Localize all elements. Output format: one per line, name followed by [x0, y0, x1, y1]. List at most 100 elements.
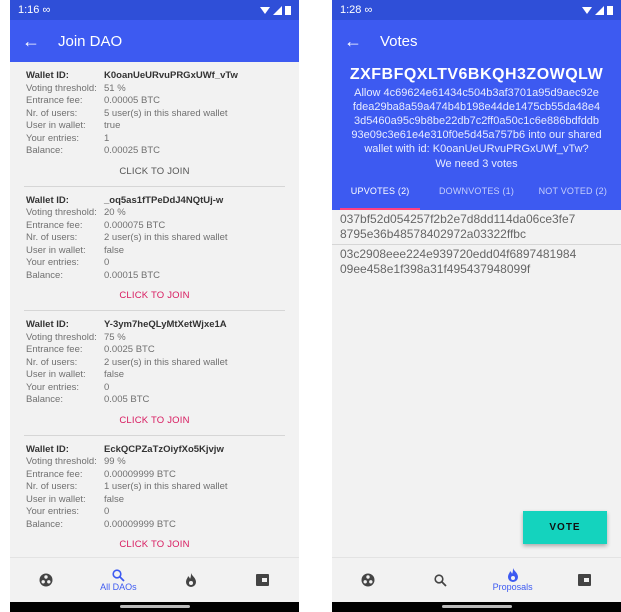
votes-screen: 1:28 ∞ ← Votes ZXFBFQXLTV6BKQH3ZOWQLW Al…: [332, 0, 621, 612]
entrance-fee-label: Entrance fee:: [26, 95, 83, 106]
proposal-request-line: 93e09c3e61e4e310f0e5d45a757b6 into our s…: [351, 129, 602, 141]
voting-threshold-label: Voting threshold:: [26, 82, 97, 94]
your-entries-label: Your entries:: [26, 257, 79, 268]
vote-button[interactable]: VOTE: [523, 511, 607, 544]
your-entries-row: Your entries: 1: [26, 133, 283, 146]
balance-row: Balance: 0.00025 BTC: [26, 145, 283, 158]
back-arrow-icon[interactable]: ←: [22, 31, 50, 52]
voting-threshold-label: Voting threshold:: [26, 207, 97, 218]
wallet-id-row: Wallet ID: K0oanUeURvuPRGxUWf_vTw: [26, 70, 283, 83]
page-title: Votes: [380, 32, 418, 50]
nav-proposals-label: Proposals: [492, 582, 533, 592]
your-entries-row: Your entries: 0: [26, 257, 283, 270]
vote-tabs: UPVOTES (2) DOWNVOTES (1) NOT VOTED (2): [332, 172, 621, 210]
join-button[interactable]: CLICK TO JOIN: [26, 166, 283, 177]
nr-of-users-row: Nr. of users: 5 user(s) in this shared wa…: [26, 108, 283, 121]
entrance-fee-value: 0.0025 BTC: [104, 344, 155, 355]
page-title: Join DAO: [58, 32, 123, 50]
nr-of-users-value: 5 user(s) in this shared wallet: [104, 107, 228, 119]
nav-wallet[interactable]: [233, 574, 293, 586]
voter-key-line: 03c2908eee224e939720edd04f6897481984: [340, 247, 577, 261]
user-in-wallet-label: User in wallet:: [26, 244, 86, 256]
entrance-fee-row: Entrance fee: 0.00005 BTC: [26, 95, 283, 108]
wallet-icon: [256, 574, 270, 586]
voting-threshold-row: Voting threshold: 99 %: [26, 456, 283, 469]
list-item: 03c2908eee224e939720edd04f6897481984 09e…: [332, 245, 621, 279]
entrance-fee-label: Entrance fee:: [26, 468, 83, 480]
wifi-icon: [582, 6, 592, 14]
voting-threshold-value: 20 %: [104, 207, 126, 218]
nav-trustchain[interactable]: [16, 573, 76, 587]
fire-icon: [185, 573, 196, 587]
join-button[interactable]: CLICK TO JOIN: [26, 539, 283, 550]
user-in-wallet-value: false: [104, 369, 125, 380]
your-entries-value: 0: [104, 257, 110, 268]
user-in-wallet-label: User in wallet:: [26, 493, 86, 505]
proposal-id: ZXFBFQXLTV6BKQH3ZOWQLW: [349, 66, 604, 83]
tab-not-voted[interactable]: NOT VOTED (2): [525, 172, 621, 210]
wallet-id-row: Wallet ID: _oq5as1fTPeDdJ4NQtUj-w: [26, 195, 283, 208]
voting-threshold-row: Voting threshold: 51 %: [26, 83, 283, 96]
user-in-wallet-value: false: [104, 493, 125, 505]
nav-all-daos[interactable]: All DAOs: [88, 568, 148, 592]
nav-proposals[interactable]: Proposals: [483, 568, 543, 592]
nav-all-daos[interactable]: [410, 573, 470, 587]
status-time: 1:28: [340, 4, 362, 16]
nr-of-users-row: Nr. of users: 2 user(s) in this shared wa…: [26, 232, 283, 245]
user-in-wallet-label: User in wallet:: [26, 369, 86, 380]
balance-row: Balance: 0.00015 BTC: [26, 270, 283, 283]
join-dao-screen: 1:16 ∞ ← Join DAO Wallet ID: K0oanUeURvuP…: [10, 0, 299, 612]
entrance-fee-label: Entrance fee:: [26, 344, 83, 355]
wallet-id-label: Wallet ID:: [26, 194, 69, 206]
your-entries-value: 0: [104, 506, 110, 517]
entrance-fee-value: 0.00005 BTC: [104, 95, 160, 106]
bottom-nav: Proposals: [332, 557, 621, 602]
search-icon: [112, 568, 125, 582]
tab-downvotes[interactable]: DOWNVOTES (1): [428, 172, 524, 210]
entrance-fee-value: 0.000075 BTC: [104, 219, 166, 231]
fire-icon: [507, 568, 518, 582]
nr-of-users-label: Nr. of users:: [26, 107, 78, 119]
back-arrow-icon[interactable]: ←: [344, 31, 372, 52]
your-entries-label: Your entries:: [26, 132, 79, 144]
balance-value: 0.00015 BTC: [104, 269, 160, 281]
your-entries-value: 0: [104, 381, 110, 393]
balance-value: 0.005 BTC: [104, 394, 150, 405]
voter-key-line: 09ee458e1f398a31f495437948099f: [340, 262, 531, 276]
voting-threshold-label: Voting threshold:: [26, 331, 97, 343]
wallet-id-label: Wallet ID:: [26, 319, 69, 330]
nr-of-users-row: Nr. of users: 1 user(s) in this shared wa…: [26, 481, 283, 494]
status-bar: 1:28 ∞: [332, 0, 621, 20]
upvote-list: 037bf52d054257f2b2e7d8dd114da06ce3fe7 87…: [332, 210, 621, 279]
dao-list[interactable]: Wallet ID: K0oanUeURvuPRGxUWf_vTw Voting t…: [10, 62, 299, 557]
voting-threshold-row: Voting threshold: 20 %: [26, 207, 283, 220]
nr-of-users-value: 2 user(s) in this shared wallet: [104, 356, 228, 368]
tab-upvotes[interactable]: UPVOTES (2): [332, 172, 428, 210]
join-button[interactable]: CLICK TO JOIN: [26, 415, 283, 426]
battery-icon: [607, 6, 613, 15]
signal-icon: [273, 5, 282, 15]
your-entries-row: Your entries: 0: [26, 506, 283, 519]
user-in-wallet-label: User in wallet:: [26, 120, 86, 131]
voting-threshold-value: 51 %: [104, 82, 126, 94]
balance-label: Balance:: [26, 518, 63, 530]
battery-icon: [285, 6, 291, 15]
dao-card: Wallet ID: _oq5as1fTPeDdJ4NQtUj-w Voting t…: [24, 187, 285, 311]
wallet-id-value: _oq5as1fTPeDdJ4NQtUj-w: [104, 194, 224, 206]
nav-proposals[interactable]: [161, 573, 221, 587]
wallet-id-value: EckQCPZaTzOiyfXo5Kjvjw: [104, 443, 224, 455]
nav-wallet[interactable]: [555, 574, 615, 586]
status-time: 1:16: [18, 4, 40, 16]
entrance-fee-label: Entrance fee:: [26, 219, 83, 231]
app-bar: ← Votes: [332, 20, 621, 62]
balance-value: 0.00009999 BTC: [104, 518, 176, 530]
status-notification-icon: ∞: [364, 4, 373, 16]
user-in-wallet-row: User in wallet: true: [26, 120, 283, 133]
balance-label: Balance:: [26, 145, 63, 156]
join-button[interactable]: CLICK TO JOIN: [26, 290, 283, 301]
proposal-request-line: Allow 4c69624e61434c504b3af3701a95d9aec9…: [354, 87, 599, 99]
nav-trustchain[interactable]: [338, 573, 398, 587]
balance-row: Balance: 0.005 BTC: [26, 394, 283, 407]
dao-card: Wallet ID: EckQCPZaTzOiyfXo5Kjvjw Voting t…: [24, 436, 285, 558]
status-icons: [582, 5, 613, 15]
